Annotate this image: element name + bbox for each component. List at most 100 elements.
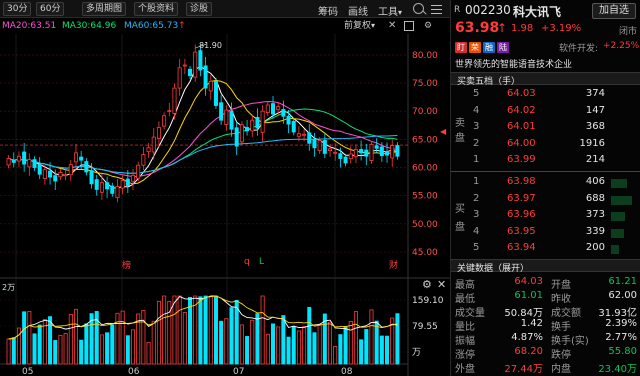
- event-marker-rank[interactable]: 榜: [122, 258, 131, 271]
- buy-volume-bar: [611, 179, 627, 188]
- key-label: 内盘: [551, 364, 571, 375]
- sector-label[interactable]: 软件开发:: [559, 41, 598, 54]
- volume-bar: [58, 334, 63, 365]
- buy-price[interactable]: 63.98: [507, 176, 536, 187]
- volume-bar: [84, 323, 89, 365]
- diagnose-button[interactable]: 诊股: [186, 2, 213, 16]
- sell-price[interactable]: 64.00: [507, 138, 536, 149]
- ma30-label: MA30:64.96: [62, 21, 117, 31]
- candle-body: [6, 158, 11, 166]
- candle-body: [177, 67, 182, 89]
- volume-bar: [22, 311, 27, 365]
- candle-body: [115, 186, 120, 199]
- sell-label: 卖: [455, 118, 465, 129]
- buy-price[interactable]: 63.95: [507, 226, 536, 237]
- volume-bar: [73, 308, 78, 365]
- draw-line-button[interactable]: 画线: [348, 3, 368, 18]
- company-tagline: 世界领先的智能语音技术企业: [455, 60, 573, 70]
- settings-icon[interactable]: ⚙: [424, 19, 432, 33]
- candle-body: [136, 164, 141, 179]
- sell-volume: 374: [585, 88, 605, 99]
- candle-body: [42, 169, 47, 179]
- volume-bar: [203, 295, 208, 365]
- volume-bar: [151, 320, 156, 365]
- close-icon[interactable]: ✕: [437, 278, 446, 291]
- tools-button[interactable]: 工具▾: [378, 3, 402, 18]
- candle-body: [260, 110, 265, 133]
- period-60min-button[interactable]: 60分: [36, 2, 65, 16]
- ma-legend: MA20:63.51 MA30:64.96 MA60:65.73↑ 前复权▾ ✕…: [0, 19, 450, 33]
- candle-body: [68, 164, 73, 176]
- menu-icon[interactable]: [430, 3, 444, 15]
- buy-price[interactable]: 63.97: [507, 193, 536, 204]
- volume-ma-10: [8, 295, 398, 340]
- buy-label: 盘: [455, 222, 465, 233]
- chips-button[interactable]: 筹码: [318, 3, 338, 18]
- sell-price[interactable]: 64.03: [507, 88, 536, 99]
- settings-icon[interactable]: ⚙: [422, 278, 432, 291]
- maximize-icon[interactable]: [404, 21, 414, 31]
- key-value: 50.84万: [504, 308, 543, 319]
- event-marker-finance[interactable]: 财: [389, 258, 398, 271]
- price-change: 1.98: [511, 23, 534, 34]
- r-tag: R: [454, 5, 461, 15]
- sell-volume: 1916: [579, 137, 605, 149]
- sell-volume: 214: [585, 154, 605, 165]
- candle-body: [99, 182, 104, 193]
- adjust-mode-button[interactable]: 前复权▾: [344, 19, 375, 33]
- high-price-annotation: 81.90: [199, 41, 222, 50]
- candle-body: [270, 103, 275, 115]
- stock-name: 科大讯飞: [513, 5, 562, 19]
- volume-bar: [156, 300, 161, 365]
- volume-bar: [291, 326, 296, 365]
- ma60-value: MA60:65.73: [124, 21, 179, 31]
- volume-bar: [219, 320, 224, 365]
- badge-margin[interactable]: 融: [483, 42, 495, 53]
- order-book-header[interactable]: 买卖五档（手）: [451, 72, 640, 87]
- key-value: 61.21: [608, 276, 637, 287]
- volume-bar: [379, 335, 384, 365]
- candle-body: [276, 106, 281, 111]
- search-icon[interactable]: [413, 3, 427, 15]
- candle-body: [110, 185, 115, 194]
- volume-bar: [385, 335, 390, 365]
- event-marker-l[interactable]: L: [259, 257, 264, 267]
- candle-body: [390, 145, 395, 159]
- close-icon[interactable]: ✕: [388, 19, 396, 33]
- key-label: 开盘: [551, 280, 571, 291]
- badge-honor[interactable]: 荣: [469, 42, 481, 53]
- sell-price[interactable]: 64.01: [507, 121, 536, 132]
- multi-period-button[interactable]: 多周期图: [82, 2, 127, 16]
- volume-bar: [359, 339, 364, 365]
- buy-volume-bar: [611, 195, 632, 205]
- candle-body: [27, 159, 32, 168]
- event-marker-q[interactable]: q: [244, 257, 250, 267]
- add-watchlist-button[interactable]: 加自选: [592, 3, 636, 19]
- volume-tick-label: 159.10: [412, 296, 444, 306]
- candle-body: [291, 120, 296, 133]
- buy-price[interactable]: 63.94: [507, 242, 536, 253]
- candle-body: [213, 80, 218, 106]
- volume-bar: [374, 320, 379, 365]
- price-change-pct: +3.19%: [541, 23, 582, 34]
- candle-body: [250, 119, 255, 132]
- candle-body: [11, 159, 16, 163]
- period-30min-button[interactable]: 30分: [3, 2, 32, 16]
- volume-bar: [146, 341, 151, 365]
- sell-price[interactable]: 64.02: [507, 105, 536, 116]
- volume-bar: [141, 309, 146, 365]
- buy-price[interactable]: 63.96: [507, 209, 536, 220]
- sell-price[interactable]: 63.99: [507, 154, 536, 165]
- stock-info-button[interactable]: 个股资料: [134, 2, 179, 16]
- key-value: 4.87%: [511, 332, 543, 343]
- sell-level: 4: [473, 104, 480, 116]
- chevron-down-icon: ▾: [398, 8, 403, 17]
- kline-chart[interactable]: 45.00 50.00 55.00 60.00 65.00 70.00 75.00 80.00…: [0, 34, 450, 376]
- key-data-header[interactable]: 关键数据（展开）: [451, 259, 640, 274]
- key-label: 换手(实): [551, 336, 589, 347]
- volume-bar: [338, 334, 343, 365]
- candle-body: [141, 154, 146, 166]
- badge-connect[interactable]: 陆: [497, 42, 509, 53]
- candle-body: [146, 147, 151, 153]
- badge-watch[interactable]: 盯: [455, 42, 467, 53]
